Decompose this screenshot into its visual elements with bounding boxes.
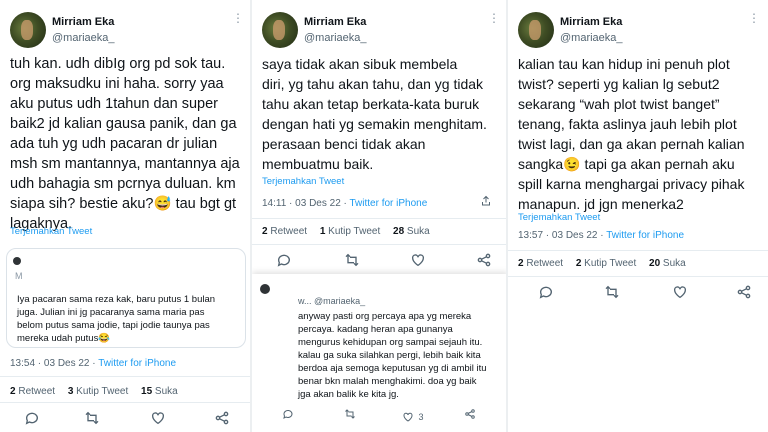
tweet-text: tuh kan. udh dibIg org pd sok tau. org m…: [10, 56, 240, 232]
source-link[interactable]: Twitter for iPhone: [606, 230, 684, 241]
action-bar: [10, 410, 242, 428]
avatar[interactable]: [262, 12, 298, 48]
reply-icon[interactable]: [24, 410, 42, 428]
tweet-header: Mirriam Eka @mariaeka_ ⋮: [10, 12, 244, 52]
quote-label[interactable]: Kutip Tweet: [584, 258, 636, 269]
retweet-icon[interactable]: [344, 408, 362, 426]
reply-icon[interactable]: [538, 284, 556, 302]
reply-author-handle[interactable]: w... @mariaeka_: [298, 296, 365, 306]
share-icon[interactable]: [480, 194, 498, 212]
action-bar: [262, 252, 498, 270]
avatar[interactable]: [518, 12, 554, 48]
share-icon[interactable]: [464, 408, 482, 426]
author-name[interactable]: Mirriam Eka: [52, 16, 114, 28]
divider: [508, 276, 768, 277]
author-handle[interactable]: @mariaeka_: [304, 32, 367, 44]
action-bar: [518, 284, 758, 302]
tweet-text: saya tidak akan sibuk membela diri, yg t…: [262, 56, 487, 172]
avatar: [13, 257, 21, 265]
timestamp-text: 14:11 · 03 Des 22 ·: [262, 198, 350, 209]
author-handle[interactable]: @mariaeka_: [560, 32, 623, 44]
reply-like-count: 3: [418, 411, 424, 422]
tweet-header: Mirriam Eka @mariaeka_ ⋮: [262, 12, 500, 52]
reply-text: anyway pasti org percaya apa yg mereka p…: [298, 311, 487, 400]
more-icon[interactable]: ⋮: [748, 12, 760, 24]
retweet-icon[interactable]: [344, 252, 362, 270]
more-icon[interactable]: ⋮: [488, 12, 500, 24]
author-name[interactable]: Mirriam Eka: [560, 16, 622, 28]
quote-count[interactable]: 2: [576, 258, 582, 269]
translate-link[interactable]: Terjemahkan Tweet: [262, 176, 344, 187]
author-name[interactable]: Mirriam Eka: [304, 16, 366, 28]
divider: [252, 244, 508, 245]
divider: [0, 402, 252, 403]
divider: [252, 218, 508, 219]
like-count[interactable]: 15: [141, 386, 152, 397]
tweet-panel-1: Mirriam Eka @mariaeka_ ⋮ tuh kan. udh di…: [0, 0, 252, 432]
retweet-count[interactable]: 2: [518, 258, 524, 269]
tweet-timestamp: 13:54 · 03 Des 22 · Twitter for iPhone: [10, 358, 176, 369]
tweet-stats: 2 Retweet 2 Kutip Tweet 20 Suka: [518, 258, 686, 269]
quote-label[interactable]: Kutip Tweet: [76, 386, 128, 397]
like-label[interactable]: Suka: [155, 386, 178, 397]
timestamp-text: 13:57 · 03 Des 22 ·: [518, 230, 607, 241]
like-icon[interactable]: [672, 284, 690, 302]
timestamp-text: 13:54 · 03 Des 22 ·: [10, 358, 99, 369]
tweet-stats: 2 Retweet 3 Kutip Tweet 15 Suka: [10, 386, 178, 397]
quoted-author: M: [15, 271, 23, 281]
share-icon[interactable]: [736, 284, 754, 302]
like-label[interactable]: Suka: [407, 226, 430, 237]
like-icon[interactable]: [150, 410, 168, 428]
tweet-panel-2: Mirriam Eka @mariaeka_ ⋮ saya tidak akan…: [252, 0, 508, 432]
like-count[interactable]: 28: [393, 226, 404, 237]
retweet-icon[interactable]: [84, 410, 102, 428]
quote-label[interactable]: Kutip Tweet: [328, 226, 380, 237]
source-link[interactable]: Twitter for iPhone: [349, 198, 427, 209]
reply-icon[interactable]: [282, 408, 300, 426]
tweet-timestamp: 14:11 · 03 Des 22 · Twitter for iPhone: [262, 198, 427, 209]
divider: [508, 250, 768, 251]
translate-link[interactable]: Terjemahkan Tweet: [518, 212, 600, 223]
retweet-count[interactable]: 2: [10, 386, 16, 397]
quote-count[interactable]: 1: [320, 226, 326, 237]
source-link[interactable]: Twitter for iPhone: [98, 358, 176, 369]
like-count[interactable]: 20: [649, 258, 660, 269]
tweet-stats: 2 Retweet 1 Kutip Tweet 28 Suka: [262, 226, 430, 237]
like-icon[interactable]: 3: [402, 408, 438, 426]
avatar: [260, 284, 270, 294]
tweet-timestamp: 13:57 · 03 Des 22 · Twitter for iPhone: [518, 230, 684, 241]
retweet-label[interactable]: Retweet: [18, 386, 55, 397]
retweet-icon[interactable]: [604, 284, 622, 302]
reply-icon[interactable]: [276, 252, 294, 270]
like-icon[interactable]: [410, 252, 428, 270]
tweet-panel-3: Mirriam Eka @mariaeka_ ⋮ kalian tau kan …: [508, 0, 768, 432]
retweet-count[interactable]: 2: [262, 226, 268, 237]
quoted-text: Iya pacaran sama reza kak, baru putus 1 …: [17, 294, 216, 344]
author-handle[interactable]: @mariaeka_: [52, 32, 115, 44]
share-icon[interactable]: [214, 410, 232, 428]
reply-tweet[interactable]: w... @mariaeka_ anyway pasti org percaya…: [252, 274, 508, 432]
more-icon[interactable]: ⋮: [232, 12, 244, 24]
like-label[interactable]: Suka: [663, 258, 686, 269]
retweet-label[interactable]: Retweet: [270, 226, 307, 237]
share-icon[interactable]: [476, 252, 494, 270]
retweet-label[interactable]: Retweet: [526, 258, 563, 269]
quoted-tweet[interactable]: M Iya pacaran sama reza kak, baru putus …: [6, 248, 246, 348]
tweet-header: Mirriam Eka @mariaeka_ ⋮: [518, 12, 760, 52]
tweet-text: kalian tau kan hidup ini penuh plot twis…: [518, 56, 745, 212]
translate-link[interactable]: Terjemahkan Tweet: [10, 226, 92, 237]
avatar[interactable]: [10, 12, 46, 48]
divider: [0, 376, 252, 377]
quote-count[interactable]: 3: [68, 386, 74, 397]
